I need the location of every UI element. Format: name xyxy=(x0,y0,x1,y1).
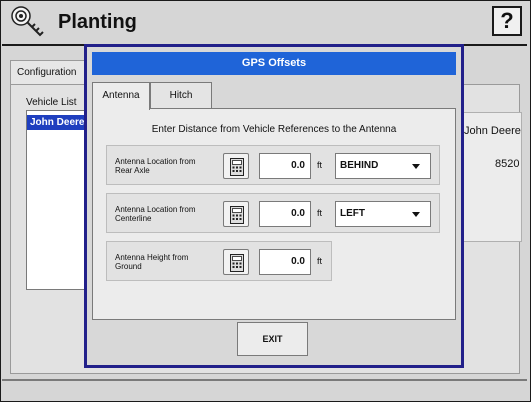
row-label-line2: Centerline xyxy=(115,214,152,223)
row-label-line2: Rear Axle xyxy=(115,166,150,175)
calculator-icon xyxy=(230,158,244,176)
direction-select-behind[interactable]: BEHIND xyxy=(335,153,431,179)
chevron-down-icon xyxy=(412,164,420,169)
tab-hitch[interactable]: Hitch xyxy=(150,82,212,108)
calculator-icon xyxy=(230,254,244,272)
chevron-down-icon xyxy=(412,212,420,217)
instruction-text: Enter Distance from Vehicle References t… xyxy=(151,124,397,135)
direction-select-left[interactable]: LEFT xyxy=(335,201,431,227)
row-label-line1: Antenna Location from xyxy=(115,157,196,166)
vehicle-list-label: Vehicle List xyxy=(26,97,77,108)
row-label-line2: Ground xyxy=(115,262,142,271)
tab-configuration[interactable]: Configuration xyxy=(10,60,86,84)
centerline-value-input[interactable]: 0.0 xyxy=(259,201,311,227)
calculator-button[interactable] xyxy=(223,249,249,275)
select-value: BEHIND xyxy=(340,160,379,171)
row-label-line1: Antenna Location from xyxy=(115,205,196,214)
unit-label: ft xyxy=(317,208,323,218)
dialog-title: GPS Offsets xyxy=(92,52,456,75)
rear-axle-value-input[interactable]: 0.0 xyxy=(259,153,311,179)
vehicle-make: John Deere xyxy=(464,125,521,137)
height-value-input[interactable]: 0.0 xyxy=(259,249,311,275)
row-label-line1: Antenna Height from xyxy=(115,253,189,262)
select-value: LEFT xyxy=(340,208,365,219)
row-label: Antenna Location from Rear Axle xyxy=(115,157,215,175)
list-item-selected[interactable]: John Deere xyxy=(27,115,87,130)
help-button[interactable]: ? xyxy=(492,6,522,36)
offset-row-height: Antenna Height from Ground 0.0 ft xyxy=(106,241,332,281)
calculator-button[interactable] xyxy=(223,153,249,179)
vehicle-model: 8520 xyxy=(495,158,520,170)
tab-antenna[interactable]: Antenna xyxy=(92,82,150,110)
row-label: Antenna Location from Centerline xyxy=(115,205,215,223)
unit-label: ft xyxy=(317,256,323,266)
vehicle-list[interactable] xyxy=(26,110,88,290)
calculator-icon xyxy=(230,206,244,224)
offset-row-rear-axle: Antenna Location from Rear Axle 0.0 ft B… xyxy=(106,145,440,185)
exit-button[interactable]: EXIT xyxy=(237,322,308,356)
calculator-button[interactable] xyxy=(223,201,249,227)
bottom-divider xyxy=(2,379,527,381)
unit-label: ft xyxy=(317,160,323,170)
wrench-key-icon xyxy=(8,4,48,40)
row-label: Antenna Height from Ground xyxy=(115,253,215,271)
offset-row-centerline: Antenna Location from Centerline 0.0 ft … xyxy=(106,193,440,233)
page-title: Planting xyxy=(58,11,137,33)
